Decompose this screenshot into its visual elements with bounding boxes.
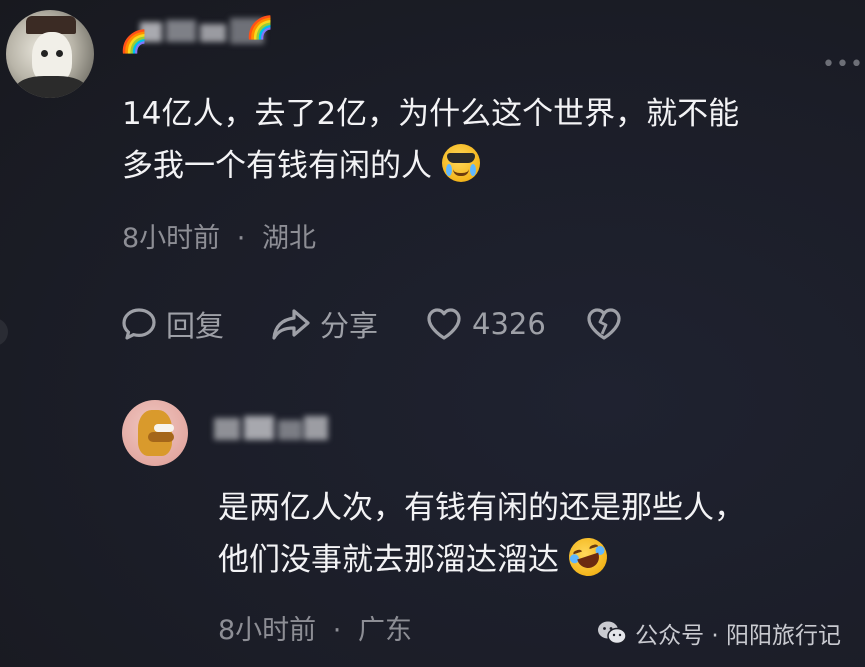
reply-timestamp: 8小时前	[218, 615, 317, 646]
like-count: 4326	[472, 307, 546, 341]
wechat-icon	[598, 621, 627, 645]
dislike-button[interactable]	[584, 302, 632, 346]
avatar[interactable]	[6, 10, 94, 98]
watermark-text: 公众号 · 阳阳旅行记	[635, 623, 841, 649]
comment-text-line: 多我一个有钱有闲的人	[122, 140, 852, 192]
like-button[interactable]: 4326	[424, 302, 546, 346]
comment-page: 🌈 🌈 ••• 14亿人，去了2亿，为什么这个世界，就不能 多我一个有钱有闲的人…	[0, 0, 865, 667]
meta-separator: ·	[236, 223, 246, 254]
reply-avatar[interactable]	[122, 400, 188, 466]
watermark: 公众号 · 阳阳旅行记	[597, 616, 841, 650]
rainbow-icon: 🌈	[246, 16, 274, 41]
avatar-body	[16, 76, 86, 98]
reply-text-line: 是两亿人次，有钱有闲的还是那些人，	[218, 490, 745, 526]
reply-username-blurred[interactable]	[204, 410, 334, 450]
comment-meta: 8小时前 · 湖北	[122, 216, 316, 255]
broken-heart-icon	[587, 308, 621, 340]
share-arrow-icon	[272, 309, 310, 340]
reply-button[interactable]: 回复	[120, 302, 224, 346]
duck-avatar-icon	[138, 410, 174, 456]
location: 湖北	[261, 223, 316, 254]
speech-bubble-icon	[122, 308, 156, 340]
reply-label: 回复	[166, 309, 225, 343]
share-button[interactable]: 分享	[270, 302, 378, 346]
crying-sunglasses-emoji	[441, 144, 480, 182]
reply-text-line: 他们没事就去那溜达溜达	[218, 533, 848, 586]
rainbow-icon: 🌈	[120, 30, 148, 55]
meta-separator: ·	[332, 615, 342, 646]
reply-location: 广东	[357, 615, 412, 646]
reply-meta: 8小时前 · 广东	[218, 608, 412, 647]
comment-text-line: 14亿人，去了2亿，为什么这个世界，就不能	[122, 96, 740, 132]
heart-icon	[427, 308, 461, 340]
reply-text: 是两亿人次，有钱有闲的还是那些人， 他们没事就去那溜达溜达	[218, 482, 848, 586]
edge-handle	[0, 318, 8, 346]
more-dots-icon[interactable]: •••	[822, 52, 864, 77]
comment-text: 14亿人，去了2亿，为什么这个世界，就不能 多我一个有钱有闲的人	[122, 88, 852, 192]
timestamp: 8小时前	[122, 223, 221, 254]
share-label: 分享	[320, 309, 379, 343]
rolling-laughing-emoji	[563, 533, 612, 581]
